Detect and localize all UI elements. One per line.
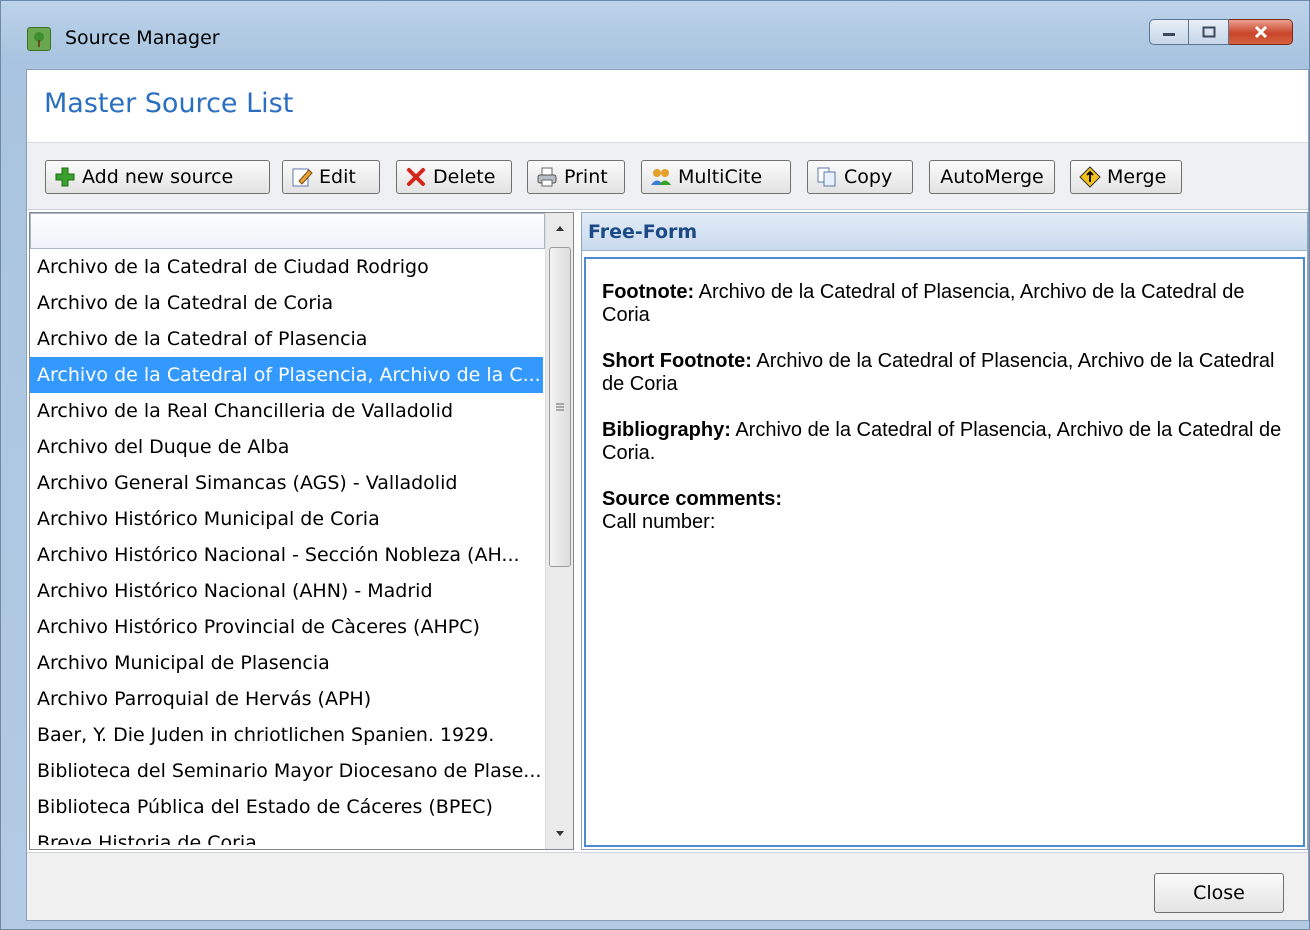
multicite-label: MultiCite [678, 166, 763, 188]
copy-label: Copy [844, 166, 893, 188]
close-window-button[interactable] [1229, 19, 1293, 45]
dialog-client-area: Master Source List Add new source Edit D… [26, 69, 1309, 921]
list-item[interactable]: Baer, Y. Die Juden in chriotlichen Spani… [30, 717, 543, 753]
source-filter-input[interactable] [30, 213, 545, 249]
short-footnote-label: Short Footnote: [602, 350, 752, 372]
call-number-label: Call number: [602, 511, 716, 533]
list-item[interactable]: Archivo del Duque de Alba [30, 429, 543, 465]
source-detail-pane: Free-Form Footnote: Archivo de la Catedr… [581, 212, 1308, 850]
merge-button[interactable]: Merge [1070, 160, 1182, 194]
multicite-button[interactable]: MultiCite [641, 160, 791, 194]
bibliography-label: Bibliography: [602, 419, 731, 441]
scroll-down-button[interactable] [548, 821, 572, 847]
list-item[interactable]: Archivo de la Real Chancilleria de Valla… [30, 393, 543, 429]
print-button[interactable]: Print [527, 160, 625, 194]
minimize-button[interactable] [1149, 19, 1189, 45]
list-item[interactable]: Archivo Histórico Nacional - Sección Nob… [30, 537, 543, 573]
close-icon [1254, 25, 1267, 39]
automerge-label: AutoMerge [940, 166, 1044, 188]
source-list[interactable]: Archivo de la Catedral de Ciudad Rodrigo… [29, 212, 574, 850]
list-item[interactable]: Archivo General Simancas (AGS) - Vallado… [30, 465, 543, 501]
add-new-source-label: Add new source [82, 166, 234, 188]
close-button[interactable]: Close [1154, 873, 1284, 913]
list-item[interactable]: Archivo Histórico Provincial de Càceres … [30, 609, 543, 645]
list-item[interactable]: Biblioteca Pública del Estado de Cáceres… [30, 789, 543, 825]
toolbar: Add new source Edit Delete Print MultiCi… [27, 142, 1308, 210]
bibliography-paragraph: Bibliography: Archivo de la Catedral of … [602, 419, 1287, 465]
people-icon [650, 166, 672, 188]
source-detail-body: Footnote: Archivo de la Catedral of Plas… [584, 257, 1305, 847]
maximize-icon [1202, 26, 1215, 38]
list-item[interactable]: Archivo de la Catedral of Plasencia [30, 321, 543, 357]
add-new-source-button[interactable]: Add new source [45, 160, 270, 194]
printer-icon [536, 166, 558, 188]
window-frame: Source Manager Master Source List Add ne… [0, 0, 1310, 930]
list-item[interactable]: Archivo Municipal de Plasencia [30, 645, 543, 681]
list-item-selected[interactable]: Archivo de la Catedral of Plasencia, Arc… [30, 357, 543, 393]
list-item[interactable]: Archivo de la Catedral de Coria [30, 285, 543, 321]
plus-icon [54, 166, 76, 188]
delete-label: Delete [433, 166, 496, 188]
page-title: Master Source List [44, 88, 294, 119]
source-list-items: Archivo de la Catedral de Ciudad Rodrigo… [30, 249, 543, 845]
merge-sign-icon [1079, 166, 1101, 188]
source-comments-heading: Source comments: [602, 488, 783, 510]
edit-label: Edit [319, 166, 356, 188]
window-controls [1149, 19, 1293, 45]
window-title: Source Manager [65, 27, 220, 49]
template-name: Free-Form [588, 221, 698, 243]
list-scrollbar[interactable] [545, 213, 573, 849]
template-header: Free-Form [582, 213, 1307, 251]
list-item[interactable]: Archivo de la Catedral de Ciudad Rodrigo [30, 249, 543, 285]
edit-icon [291, 166, 313, 188]
source-comments-label: Source comments: [602, 488, 1287, 511]
list-item[interactable]: Breve Historia de Coria [30, 825, 543, 845]
maximize-button[interactable] [1189, 19, 1229, 45]
copy-button[interactable]: Copy [807, 160, 913, 194]
list-item[interactable]: Archivo Histórico Municipal de Coria [30, 501, 543, 537]
delete-button[interactable]: Delete [396, 160, 512, 194]
merge-label: Merge [1107, 166, 1167, 188]
footnote-label: Footnote: [602, 281, 695, 303]
copy-icon [816, 166, 838, 188]
arrow-down-icon [556, 831, 564, 836]
minimize-icon [1163, 33, 1175, 36]
list-item[interactable]: Archivo Histórico Nacional (AHN) - Madri… [30, 573, 543, 609]
scroll-up-button[interactable] [548, 215, 572, 241]
grip-icon [556, 403, 564, 411]
print-label: Print [564, 166, 608, 188]
automerge-button[interactable]: AutoMerge [929, 160, 1055, 194]
app-tree-icon [27, 27, 51, 51]
arrow-up-icon [556, 226, 564, 231]
dialog-footer: Close [27, 852, 1308, 920]
edit-button[interactable]: Edit [282, 160, 380, 194]
footnote-text: Archivo de la Catedral of Plasencia, Arc… [602, 281, 1245, 326]
title-bar[interactable]: Source Manager [1, 1, 1310, 71]
list-item[interactable]: Archivo Parroquial de Hervás (APH) [30, 681, 543, 717]
footnote-paragraph: Footnote: Archivo de la Catedral of Plas… [602, 281, 1287, 327]
delete-x-icon [405, 166, 427, 188]
list-item[interactable]: Biblioteca del Seminario Mayor Diocesano… [30, 753, 543, 789]
scroll-thumb[interactable] [549, 247, 571, 567]
short-footnote-paragraph: Short Footnote: Archivo de la Catedral o… [602, 350, 1287, 396]
